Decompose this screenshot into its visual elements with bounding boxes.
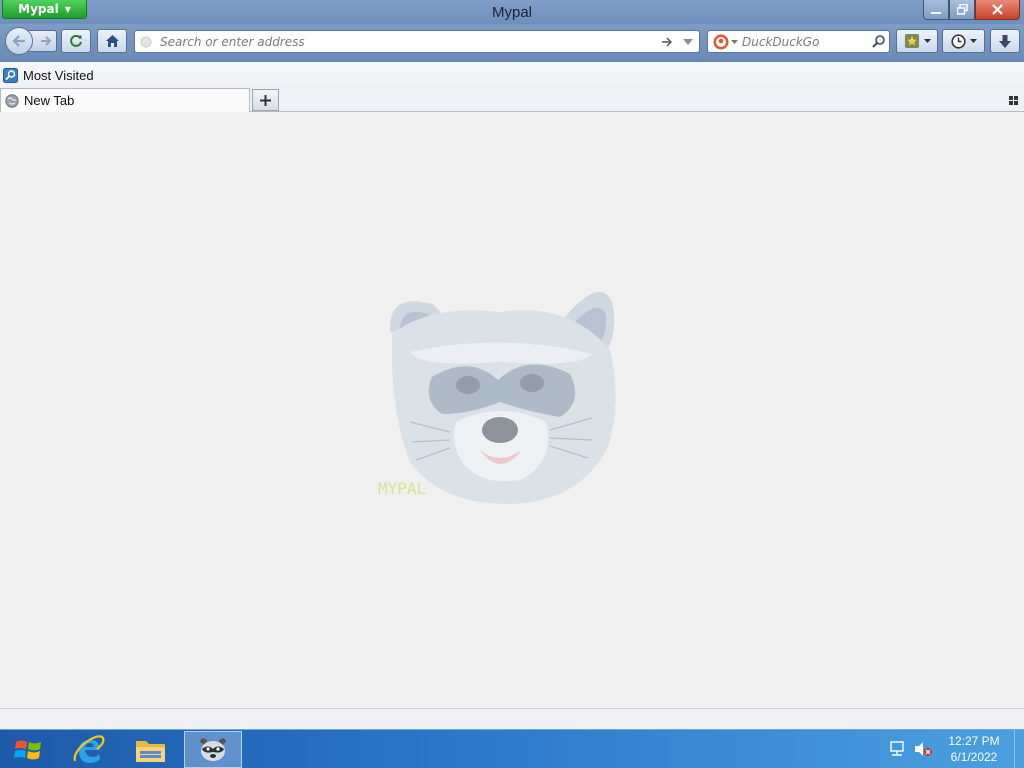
search-icon[interactable] (867, 35, 889, 48)
tab-new-tab[interactable]: New Tab (0, 88, 250, 112)
network-icon[interactable] (889, 741, 905, 757)
raccoon-icon (200, 737, 226, 761)
taskbar-mypal[interactable] (184, 731, 242, 768)
volume-muted-icon[interactable] (914, 741, 932, 757)
home-icon (105, 35, 119, 47)
restore-button[interactable] (949, 0, 975, 20)
raccoon-mascot-image: MYPAL (378, 291, 616, 504)
close-button[interactable] (975, 0, 1020, 20)
duckduckgo-icon (713, 34, 728, 49)
search-bar (707, 30, 890, 53)
restore-icon (956, 4, 968, 15)
back-button[interactable] (5, 27, 33, 55)
chevron-down-icon (730, 39, 738, 44)
globe-icon (5, 93, 19, 108)
site-identity-icon[interactable] (135, 36, 157, 48)
grid-icon (1008, 95, 1018, 105)
tab-strip: New Tab (0, 88, 1024, 112)
show-desktop-button[interactable] (1014, 730, 1024, 768)
start-button[interactable] (0, 731, 56, 768)
minimize-button[interactable] (923, 0, 949, 20)
clock-icon (950, 33, 966, 49)
home-button[interactable] (97, 29, 127, 53)
chevron-down-icon (923, 39, 931, 43)
bookmarks-toolbar: Most Visited (0, 62, 1024, 88)
reload-icon (70, 34, 82, 47)
url-bar (134, 30, 700, 53)
search-engine-button[interactable] (708, 34, 742, 50)
search-input[interactable] (742, 34, 867, 49)
back-arrow-icon (12, 35, 25, 47)
taskbar-file-explorer[interactable] (122, 731, 180, 768)
forward-arrow-icon (41, 36, 52, 46)
page-content: MYPAL (0, 112, 1024, 708)
history-button[interactable] (942, 29, 985, 53)
download-arrow-icon (999, 34, 1011, 48)
windows-logo-icon (14, 740, 41, 759)
title-bar: Mypal ▼ Mypal (0, 0, 1024, 24)
tab-label: New Tab (24, 93, 75, 108)
downloads-button[interactable] (990, 29, 1020, 53)
bookmarks-menu-button[interactable] (896, 29, 938, 53)
plus-icon (260, 94, 271, 106)
url-dropdown-icon[interactable] (677, 38, 699, 46)
minimize-icon (931, 11, 941, 14)
tab-groups-button[interactable] (1005, 92, 1021, 108)
mascot-watermark: MYPAL (378, 479, 426, 498)
system-clock[interactable]: 12:27 PM 6/1/2022 (940, 733, 1008, 765)
close-icon (992, 4, 1003, 15)
url-input[interactable] (157, 34, 657, 49)
go-arrow-icon[interactable] (657, 37, 677, 47)
reload-button[interactable] (61, 29, 91, 53)
clock-time: 12:27 PM (948, 734, 1000, 748)
navigation-toolbar (0, 24, 1024, 62)
new-tab-button[interactable] (252, 89, 279, 111)
bookmarks-star-icon (904, 34, 919, 48)
folder-icon (136, 740, 165, 762)
window-title: Mypal (491, 4, 532, 21)
chevron-down-icon (969, 39, 977, 43)
taskbar: 12:27 PM 6/1/2022 (0, 729, 1024, 768)
taskbar-internet-explorer[interactable] (60, 731, 118, 768)
clock-date: 6/1/2022 (950, 750, 998, 764)
most-visited-icon (3, 67, 18, 83)
back-forward-group (5, 27, 57, 55)
status-bar (0, 708, 1024, 729)
ie-icon (73, 734, 105, 763)
bookmark-most-visited[interactable]: Most Visited (23, 68, 94, 83)
